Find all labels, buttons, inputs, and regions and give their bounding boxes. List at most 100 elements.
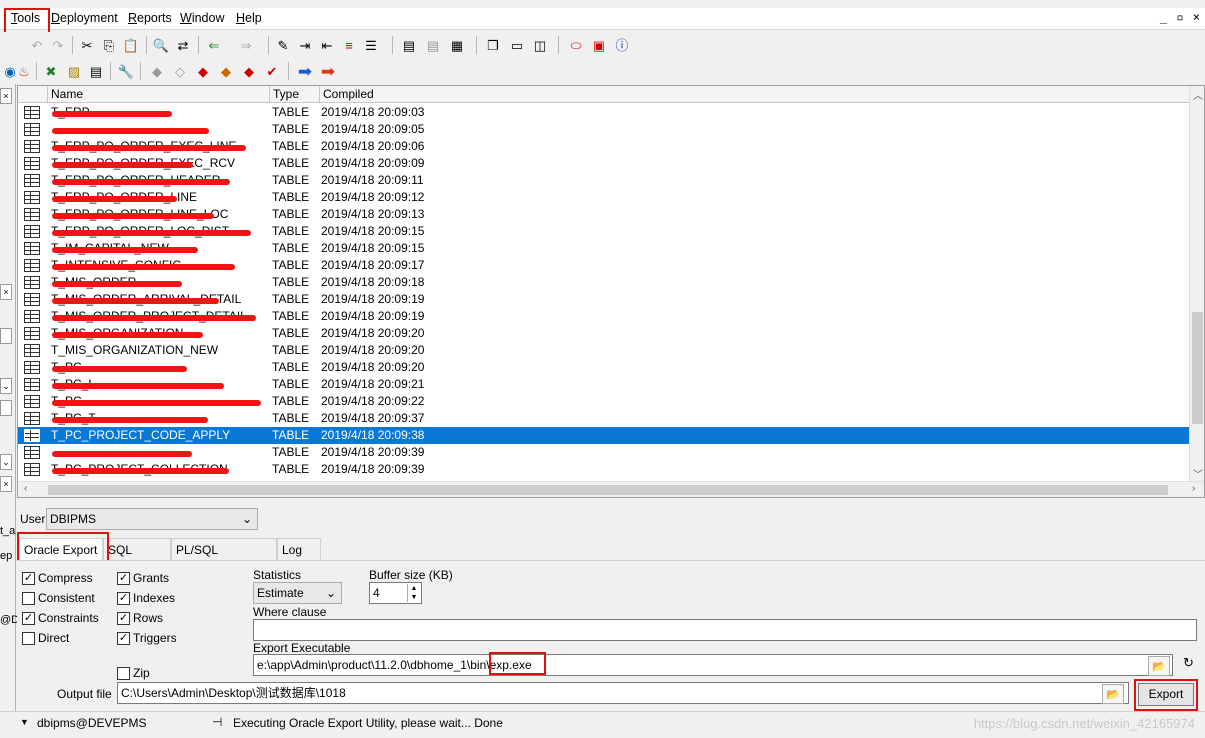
copy-icon[interactable]: ⎘	[99, 35, 119, 55]
vertical-scrollbar[interactable]: ︿ ﹀	[1189, 86, 1204, 482]
indent-icon[interactable]: ⇥	[295, 35, 315, 55]
compress-checkbox[interactable]: ✓ Compress	[22, 571, 93, 585]
scroll-down-icon[interactable]: ﹀	[1193, 466, 1203, 481]
scroll-thumb[interactable]	[1192, 312, 1203, 424]
table-row[interactable]: T_PC_PROJECT_CODE_APPLY TABLE 2019/4/18 20…	[18, 427, 1190, 444]
where-clause-input[interactable]	[253, 619, 1197, 641]
header-name[interactable]: Name	[48, 86, 270, 103]
chevron-down-icon[interactable]: ▼	[20, 717, 29, 727]
tab-plsql-developer[interactable]: PL/SQL Developer	[171, 538, 277, 579]
edit-icon[interactable]: ✎	[273, 35, 293, 55]
beautify-icon[interactable]: ▤	[399, 35, 419, 55]
close-icon[interactable]: ×	[0, 88, 12, 104]
zip-checkbox[interactable]: Zip	[117, 666, 150, 680]
tab-sql-inserts[interactable]: SQL Inserts	[103, 538, 171, 579]
export-button[interactable]: Export	[1138, 683, 1194, 706]
spin-arrows-icon[interactable]: ▲ ▼	[407, 584, 420, 602]
compile-icon[interactable]: ✖	[41, 61, 61, 81]
menu-tools[interactable]: Tools	[11, 11, 40, 25]
table-row[interactable]: TABLE 2019/4/18 20:09:39	[18, 444, 1190, 461]
header-compiled[interactable]: Compiled	[320, 86, 1190, 103]
eraser-icon[interactable]: ◇	[170, 61, 190, 81]
undo-icon[interactable]: ↶	[27, 35, 47, 55]
table-row[interactable]: T_ERP_PO_ORDER_HEADER TABLE 2019/4/18 20:0…	[18, 172, 1190, 189]
scroll-left-icon[interactable]: ‹	[24, 483, 27, 494]
comment-icon[interactable]: ≡	[339, 35, 359, 55]
uncomment-icon[interactable]: ☰	[361, 35, 381, 55]
window-controls[interactable]: _ ▫ ×	[1160, 10, 1201, 24]
close-icon[interactable]: ×	[0, 476, 12, 492]
tag-icon[interactable]: ◆	[147, 61, 167, 81]
import-icon[interactable]: ⇐	[204, 35, 224, 55]
rows-checkbox[interactable]: ✓ Rows	[117, 611, 163, 625]
table-row[interactable]: T_ERP TABLE 2019/4/18 20:09:03	[18, 104, 1190, 121]
session-icon[interactable]: ♨	[14, 61, 34, 81]
pdf-icon[interactable]: ▣	[589, 35, 609, 55]
table-row[interactable]: T_PC_PROJECT_COLLECTION TABLE 2019/4/18 20…	[18, 461, 1190, 478]
table-row[interactable]: T_ERP_PO_ORDER_LINE_LOC TABLE 2019/4/18 20…	[18, 206, 1190, 223]
horizontal-scrollbar[interactable]: ‹ ›	[18, 481, 1204, 497]
breakpoint-icon[interactable]: ◆	[193, 61, 213, 81]
scroll-thumb[interactable]	[48, 485, 1168, 495]
redo-icon[interactable]: ↷	[48, 35, 68, 55]
menu-window[interactable]: Window	[180, 11, 224, 25]
grants-checkbox[interactable]: ✓ Grants	[117, 571, 169, 585]
table-row[interactable]: T_MIS_ORDER TABLE 2019/4/18 20:09:18	[18, 274, 1190, 291]
tile-vertical-icon[interactable]: ◫	[530, 35, 550, 55]
table-row[interactable]: T_PC_T TABLE 2019/4/18 20:09:37	[18, 410, 1190, 427]
statistics-select[interactable]: Estimate ⌄	[253, 582, 342, 604]
info-icon[interactable]: ⓘ	[612, 35, 632, 55]
table-row[interactable]: T_PC TABLE 2019/4/18 20:09:22	[18, 393, 1190, 410]
step-icon[interactable]: ◆	[216, 61, 236, 81]
table-row[interactable]: T_IM_CAPITAL_NEW TABLE 2019/4/18 20:09:15	[18, 240, 1190, 257]
template-icon[interactable]: ▨	[64, 61, 84, 81]
preferences-icon[interactable]: ▤	[423, 35, 443, 55]
close-icon[interactable]: ×	[0, 284, 12, 300]
menu-reports[interactable]: Reports	[128, 11, 172, 25]
table-row[interactable]: T_ERP_PO_ORDER_EXEC_RCV TABLE 2019/4/18 20…	[18, 155, 1190, 172]
replace-icon[interactable]: ⇄	[173, 35, 193, 55]
tools-wrench-icon[interactable]: 🔧	[116, 61, 136, 81]
table-row[interactable]: T_MIS_ORDER_ARRIVAL_DETAIL TABLE 2019/4/18…	[18, 291, 1190, 308]
table-row[interactable]: T_PC TABLE 2019/4/18 20:09:20	[18, 359, 1190, 376]
consistent-checkbox[interactable]: Consistent	[22, 591, 95, 605]
report-icon[interactable]: ▤	[86, 61, 106, 81]
cut-icon[interactable]: ✂	[77, 35, 97, 55]
table-row[interactable]: T_INTENSIVE_CONFIG TABLE 2019/4/18 20:09:1…	[18, 257, 1190, 274]
table-row[interactable]: T_ERP_PO_ORDER_EXEC_LINE TABLE 2019/4/18 2…	[18, 138, 1190, 155]
folder-open-icon[interactable]: 📂	[1102, 684, 1124, 704]
run-icon[interactable]: ◆	[239, 61, 259, 81]
object-icon[interactable]: ▦	[447, 35, 467, 55]
table-row[interactable]: T_PC_L TABLE 2019/4/18 20:09:21	[18, 376, 1190, 393]
arrow-right-red-icon[interactable]: ➡	[318, 61, 338, 81]
folder-open-icon[interactable]: 📂	[1148, 656, 1170, 676]
export-disabled-icon[interactable]: ⇒	[236, 35, 256, 55]
connection-status[interactable]: dbipms@DEVEPMS	[37, 716, 147, 730]
panel-button[interactable]	[0, 328, 12, 344]
panel-button[interactable]	[0, 400, 12, 416]
table-row[interactable]: T_MIS_ORGANIZATION TABLE 2019/4/18 20:09:2…	[18, 325, 1190, 342]
direct-checkbox[interactable]: Direct	[22, 631, 69, 645]
export-executable-input[interactable]: e:\app\Admin\product\11.2.0\dbhome_1\bin…	[253, 654, 1173, 676]
user-select[interactable]: DBIPMS ⌄	[46, 508, 258, 530]
table-row[interactable]: T_ERP_PO_ORDER_LINE TABLE 2019/4/18 20:09:…	[18, 189, 1190, 206]
header-type[interactable]: Type	[270, 86, 320, 103]
scroll-up-icon[interactable]: ︿	[1193, 87, 1203, 102]
tab-log[interactable]: Log	[277, 538, 321, 560]
cascade-icon[interactable]: ❐	[483, 35, 503, 55]
chevron-down-icon[interactable]: ⌄	[0, 454, 12, 470]
table-row[interactable]: TABLE 2019/4/18 20:09:05	[18, 121, 1190, 138]
table-row[interactable]: T_MIS_ORGANIZATION_NEW TABLE 2019/4/18 20:…	[18, 342, 1190, 359]
output-file-input[interactable]: C:\Users\Admin\Desktop\测试数据库\1018	[117, 682, 1129, 704]
paste-icon[interactable]: 📋	[121, 35, 141, 55]
constraints-checkbox[interactable]: ✓ Constraints	[22, 611, 99, 625]
arrow-right-blue-icon[interactable]: ➡	[295, 61, 315, 81]
tile-horizontal-icon[interactable]: ▭	[507, 35, 527, 55]
table-row[interactable]: T_MIS_ORDER_PROJECT_DETAIL TABLE 2019/4/18…	[18, 308, 1190, 325]
unindent-icon[interactable]: ⇤	[317, 35, 337, 55]
table-row[interactable]: T_ERP_PO_ORDER_LOC_DIST TABLE 2019/4/18 20…	[18, 223, 1190, 240]
buffer-size-input[interactable]: 4 ▲ ▼	[369, 582, 422, 604]
check-icon[interactable]: ✔	[262, 61, 282, 81]
menu-help[interactable]: Help	[236, 11, 262, 25]
find-icon[interactable]: 🔍	[151, 35, 171, 55]
